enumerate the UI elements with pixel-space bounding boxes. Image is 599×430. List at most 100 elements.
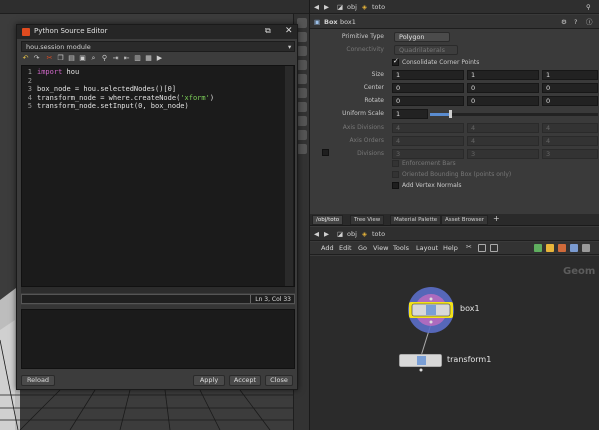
- apply-button[interactable]: Apply: [193, 375, 225, 386]
- tab-material-palette[interactable]: Material Palette: [390, 215, 442, 225]
- menu-edit[interactable]: Edit: [339, 244, 352, 252]
- back-icon[interactable]: ◀: [314, 229, 319, 239]
- display-option-icon[interactable]: [297, 18, 307, 28]
- code-text[interactable]: import hou box_node = hou.selectedNodes(…: [37, 68, 214, 111]
- outdent-icon[interactable]: ⇤: [122, 54, 131, 63]
- delete-icon[interactable]: ▣: [78, 54, 87, 63]
- flag-icon[interactable]: [558, 244, 566, 252]
- axis-orders-y-field[interactable]: 4: [467, 136, 539, 146]
- settings-icon[interactable]: [582, 244, 590, 252]
- close-button[interactable]: Close: [265, 375, 293, 386]
- search-icon[interactable]: ⌕: [89, 54, 98, 63]
- size-x-field[interactable]: 1: [392, 70, 464, 80]
- menu-help[interactable]: Help: [443, 244, 458, 252]
- connectivity-dropdown[interactable]: Quadrilaterals: [394, 45, 458, 55]
- add-vertex-normals-checkbox[interactable]: [392, 182, 399, 189]
- node-name[interactable]: box1: [340, 17, 356, 27]
- display-option-icon[interactable]: [297, 74, 307, 84]
- shape-palette-icon[interactable]: [546, 244, 554, 252]
- menu-layout[interactable]: Layout: [416, 244, 438, 252]
- popout-icon[interactable]: ⧉: [265, 26, 271, 36]
- undo-icon[interactable]: ↶: [21, 54, 30, 63]
- divisions-x-field[interactable]: 3: [392, 149, 464, 159]
- rotate-y-field[interactable]: 0: [467, 96, 539, 106]
- rotate-z-field[interactable]: 0: [542, 96, 598, 106]
- code-line[interactable]: transform_node.setInput(0, box_node): [37, 102, 214, 111]
- display-option-icon[interactable]: [297, 102, 307, 112]
- box-node-label[interactable]: box1: [460, 304, 480, 313]
- oriented-bbox-checkbox[interactable]: [392, 171, 399, 178]
- comment-icon[interactable]: ▥: [133, 54, 142, 63]
- info-icon[interactable]: ⓘ: [586, 17, 593, 27]
- forward-icon[interactable]: ▶: [324, 229, 329, 239]
- display-option-icon[interactable]: [297, 130, 307, 140]
- display-option-icon[interactable]: [297, 116, 307, 126]
- consolidate-checkbox[interactable]: [392, 57, 399, 66]
- path-obj[interactable]: obj: [347, 2, 357, 12]
- primitive-type-dropdown[interactable]: Polygon: [394, 32, 450, 42]
- display-option-icon[interactable]: [297, 32, 307, 42]
- menu-view[interactable]: View: [373, 244, 388, 252]
- display-option-icon[interactable]: [297, 60, 307, 70]
- display-option-icon[interactable]: [297, 144, 307, 154]
- back-icon[interactable]: ◀: [314, 2, 319, 12]
- axis-divisions-x-field[interactable]: 4: [392, 123, 464, 133]
- size-y-field[interactable]: 1: [467, 70, 539, 80]
- uniform-scale-slider-handle[interactable]: [449, 110, 452, 118]
- close-icon[interactable]: ✕: [285, 26, 293, 36]
- color-palette-icon[interactable]: [534, 244, 542, 252]
- accept-button[interactable]: Accept: [229, 375, 261, 386]
- display-option-icon[interactable]: [297, 88, 307, 98]
- display-icon[interactable]: [570, 244, 578, 252]
- grid-icon[interactable]: [478, 244, 486, 252]
- code-line[interactable]: box_node = hou.selectedNodes()[0]: [37, 85, 214, 94]
- forward-icon[interactable]: ▶: [324, 2, 329, 12]
- copy-icon[interactable]: ❐: [56, 54, 65, 63]
- enforcement-bars-checkbox[interactable]: [392, 160, 399, 167]
- tab-tree-view[interactable]: Tree View: [350, 215, 385, 225]
- code-line[interactable]: [37, 77, 214, 86]
- axis-divisions-z-field[interactable]: 4: [542, 123, 598, 133]
- pin-icon[interactable]: ⚲: [586, 2, 591, 12]
- add-tab-button[interactable]: +: [490, 215, 503, 225]
- divisions-y-field[interactable]: 3: [467, 149, 539, 159]
- tab-asset-browser[interactable]: Asset Browser: [441, 215, 489, 225]
- uniform-scale-field[interactable]: 1: [392, 109, 428, 119]
- code-line[interactable]: transform_node = where.createNode('xform…: [37, 94, 214, 103]
- output-pane[interactable]: [21, 309, 295, 369]
- indent-icon[interactable]: ⇥: [111, 54, 120, 63]
- center-x-field[interactable]: 0: [392, 83, 464, 93]
- axis-orders-z-field[interactable]: 4: [542, 136, 598, 146]
- center-y-field[interactable]: 0: [467, 83, 539, 93]
- uncomment-icon[interactable]: ▦: [144, 54, 153, 63]
- help-icon[interactable]: ?: [574, 17, 577, 27]
- network-path-obj[interactable]: obj: [347, 229, 357, 239]
- editor-title-bar[interactable]: Python Source Editor ⧉ ✕: [17, 25, 297, 39]
- code-horizontal-scrollbar[interactable]: [21, 287, 295, 293]
- tab-network[interactable]: /obj/toto: [312, 215, 344, 225]
- menu-go[interactable]: Go: [358, 244, 367, 252]
- transform-node-label[interactable]: transform1: [447, 355, 491, 364]
- run-icon[interactable]: ▶: [155, 54, 164, 63]
- display-option-icon[interactable]: [297, 46, 307, 56]
- network-path-node[interactable]: toto: [372, 229, 385, 239]
- axis-orders-x-field[interactable]: 4: [392, 136, 464, 146]
- center-z-field[interactable]: 0: [542, 83, 598, 93]
- code-editor[interactable]: 12345 import hou box_node = hou.selected…: [21, 65, 295, 287]
- size-z-field[interactable]: 1: [542, 70, 598, 80]
- paste-icon[interactable]: ▤: [67, 54, 76, 63]
- code-scrollbar[interactable]: [285, 66, 293, 286]
- code-line[interactable]: import hou: [37, 68, 214, 77]
- module-selector[interactable]: hou.session module ▾: [21, 41, 295, 52]
- divisions-z-field[interactable]: 3: [542, 149, 598, 159]
- uniform-scale-slider[interactable]: [430, 113, 598, 116]
- gear-icon[interactable]: ⚙: [561, 17, 567, 27]
- menu-add[interactable]: Add: [321, 244, 334, 252]
- list-icon[interactable]: [490, 244, 498, 252]
- network-editor-canvas[interactable]: Geom box1 transform1: [310, 256, 599, 430]
- tools-icon[interactable]: ✂: [466, 243, 474, 251]
- replace-icon[interactable]: ⚲: [100, 54, 109, 63]
- menu-tools[interactable]: Tools: [393, 244, 409, 252]
- redo-icon[interactable]: ↷: [32, 54, 41, 63]
- cut-icon[interactable]: ✂: [45, 54, 54, 63]
